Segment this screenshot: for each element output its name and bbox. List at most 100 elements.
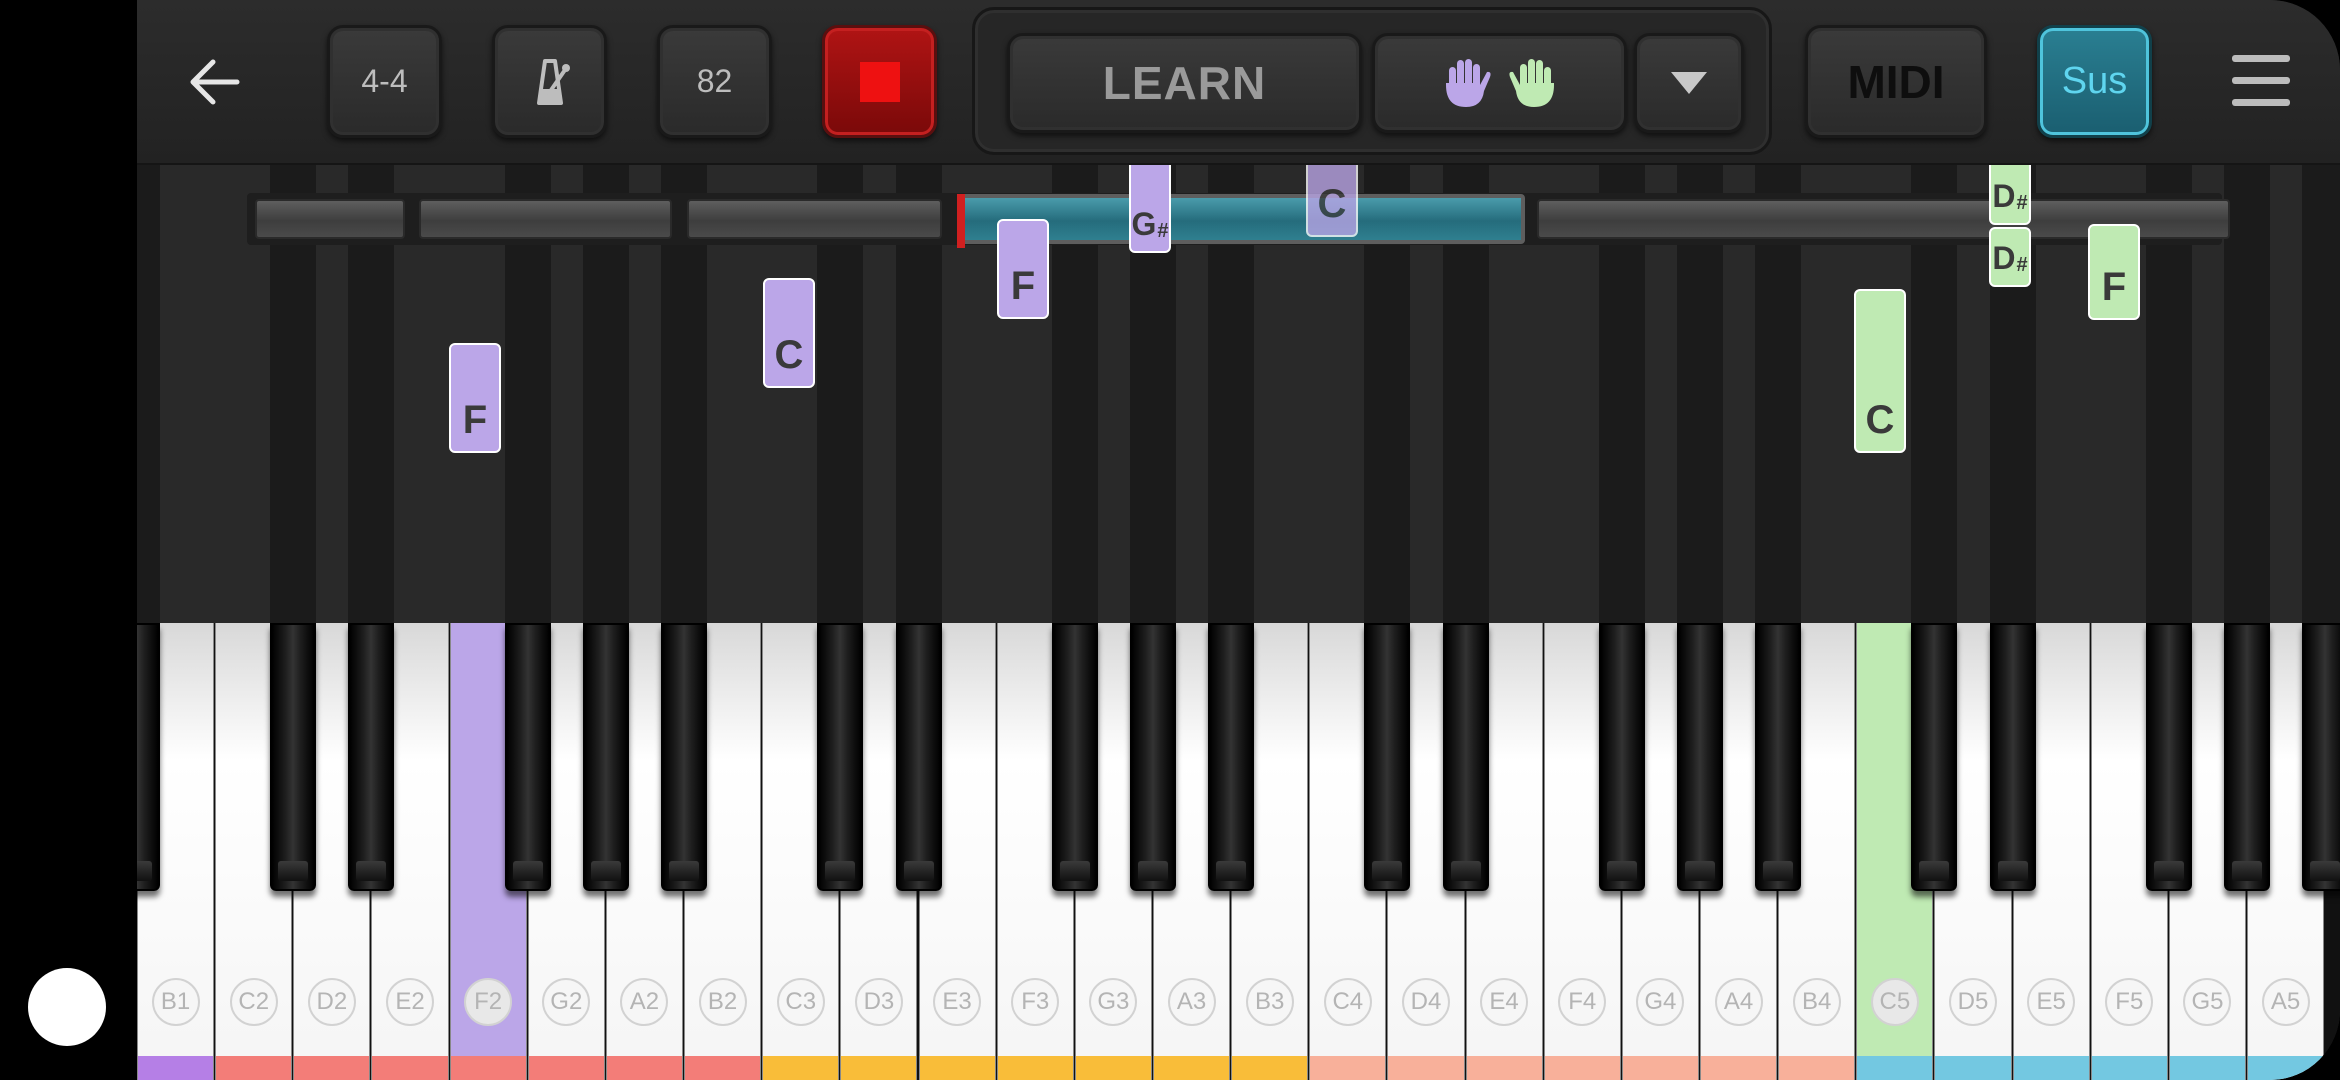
note-name: G xyxy=(1131,206,1157,242)
black-key-c-sharp-3[interactable] xyxy=(817,623,864,891)
learn-mode-label: LEARN xyxy=(1102,57,1267,109)
tempo-button[interactable]: 82 xyxy=(657,25,772,138)
falling-note-right-hand: C xyxy=(1854,289,1906,453)
key-label: F4 xyxy=(1558,978,1607,1026)
key-label: D4 xyxy=(1401,978,1450,1026)
key-label: G2 xyxy=(542,978,591,1026)
note-name: D xyxy=(1992,178,2016,214)
menu-line xyxy=(2232,99,2290,106)
chevron-down-icon xyxy=(1671,72,1707,94)
piano-keyboard: B1 C2 D2 E2 F2 G2 A2 B2 C3 D3 E3 F3 G3 A3 B3 C4 D4 E4 F4 G4… xyxy=(137,623,2340,1080)
note-name: C xyxy=(1865,398,1895,442)
black-key-a-sharp-4[interactable] xyxy=(1755,623,1802,891)
black-key-c-sharp-4[interactable] xyxy=(1364,623,1411,891)
key-label: F5 xyxy=(2105,978,2154,1026)
octave-color-band xyxy=(919,1056,995,1080)
octave-color-band xyxy=(2248,1056,2324,1080)
black-key-g-sharp-2[interactable] xyxy=(582,623,629,891)
octave-color-band xyxy=(841,1056,917,1080)
octave-color-band xyxy=(1701,1056,1777,1080)
time-signature-label: 4-4 xyxy=(361,63,408,99)
menu-line xyxy=(2232,55,2290,62)
octave-color-band xyxy=(294,1056,370,1080)
octave-color-band xyxy=(2091,1056,2167,1080)
octave-color-band xyxy=(1153,1056,1230,1080)
black-key-d-sharp-4[interactable] xyxy=(1442,623,1489,891)
note-name: F xyxy=(2101,265,2127,309)
octave-color-band xyxy=(1622,1056,1698,1080)
hands-dropdown-button[interactable] xyxy=(1634,33,1744,133)
back-arrow-icon xyxy=(190,59,240,105)
black-key-a-sharp-1[interactable] xyxy=(137,623,160,891)
falling-note-left-hand: C xyxy=(1306,165,1358,237)
octave-color-band xyxy=(606,1056,683,1080)
note-name: C xyxy=(1317,182,1347,226)
back-button[interactable] xyxy=(185,52,245,112)
octave-color-band xyxy=(685,1056,761,1080)
note-accidental: # xyxy=(2016,254,2028,276)
octave-color-band xyxy=(763,1056,839,1080)
note-accidental: # xyxy=(1157,220,1169,242)
key-label: B3 xyxy=(1245,978,1294,1026)
octave-color-band xyxy=(1779,1056,1855,1080)
key-label: G4 xyxy=(1636,978,1685,1026)
key-label: G5 xyxy=(2183,978,2232,1026)
black-key-f-sharp-4[interactable] xyxy=(1598,623,1645,891)
black-key-d-sharp-5[interactable] xyxy=(1989,623,2036,891)
octave-color-band xyxy=(450,1056,526,1080)
hands-select-button[interactable] xyxy=(1372,33,1627,133)
octave-color-band xyxy=(2169,1056,2246,1080)
metronome-button[interactable] xyxy=(492,25,607,138)
black-key-a-sharp-3[interactable] xyxy=(1208,623,1255,891)
tempo-label: 82 xyxy=(696,63,733,99)
key-label: E2 xyxy=(386,978,434,1026)
black-key-f-sharp-2[interactable] xyxy=(504,623,551,891)
song-progress-bar[interactable] xyxy=(247,193,2230,248)
black-key-c-sharp-2[interactable] xyxy=(270,623,317,891)
black-key-f-sharp-5[interactable] xyxy=(2145,623,2192,891)
black-key-c-sharp-5[interactable] xyxy=(1911,623,1958,891)
time-signature-button[interactable]: 4-4 xyxy=(327,25,442,138)
black-key-f-sharp-3[interactable] xyxy=(1051,623,1098,891)
device-screen: 4-4 82 LEARN MIDI Sus F C F G # C C D # … xyxy=(0,0,2340,1080)
black-key-g-sharp-3[interactable] xyxy=(1129,623,1176,891)
black-key-g-sharp-5[interactable] xyxy=(2224,623,2271,891)
key-label: D2 xyxy=(307,978,356,1026)
black-key-g-sharp-4[interactable] xyxy=(1677,623,1723,891)
octave-color-band xyxy=(1935,1056,2011,1080)
black-key-d-sharp-3[interactable] xyxy=(895,623,942,891)
key-label: A5 xyxy=(2261,978,2310,1026)
falling-note-left-hand: F xyxy=(997,219,1049,319)
screen-left-edge xyxy=(0,0,137,1080)
metronome-icon xyxy=(536,58,570,105)
progress-segment[interactable] xyxy=(419,199,672,239)
note-name: F xyxy=(1010,264,1036,308)
hamburger-menu-icon[interactable] xyxy=(2232,55,2290,107)
falling-note-left-hand: F xyxy=(449,343,501,453)
falling-note-left-hand: G # xyxy=(1129,165,1171,253)
octave-color-band xyxy=(528,1056,604,1080)
key-label: F2 xyxy=(464,978,513,1026)
key-label: C4 xyxy=(1323,978,1372,1026)
note-name: D xyxy=(1992,240,2016,276)
progress-segment[interactable] xyxy=(255,199,405,239)
black-key-lane xyxy=(137,165,160,623)
stop-icon xyxy=(859,61,900,102)
black-key-a-sharp-2[interactable] xyxy=(661,623,708,891)
stop-button[interactable] xyxy=(822,25,937,138)
octave-color-band xyxy=(1310,1056,1386,1080)
note-name: C xyxy=(774,333,804,377)
midi-button[interactable]: MIDI xyxy=(1805,25,1987,138)
progress-segment[interactable] xyxy=(687,199,942,239)
sustain-button[interactable]: Sus xyxy=(2037,25,2152,138)
menu-line xyxy=(2232,77,2290,84)
sustain-label: Sus xyxy=(2061,60,2128,102)
learn-mode-button[interactable]: LEARN xyxy=(1007,33,1362,133)
key-label: E5 xyxy=(2027,978,2076,1026)
floating-home-button[interactable] xyxy=(28,968,106,1046)
falling-note-left-hand: C xyxy=(763,278,815,388)
piano-app: 4-4 82 LEARN MIDI Sus F C F G # C C D # … xyxy=(137,0,2340,1080)
black-key-a-sharp-5[interactable] xyxy=(2302,623,2340,891)
black-key-d-sharp-2[interactable] xyxy=(348,623,395,891)
key-label: B2 xyxy=(698,978,747,1026)
